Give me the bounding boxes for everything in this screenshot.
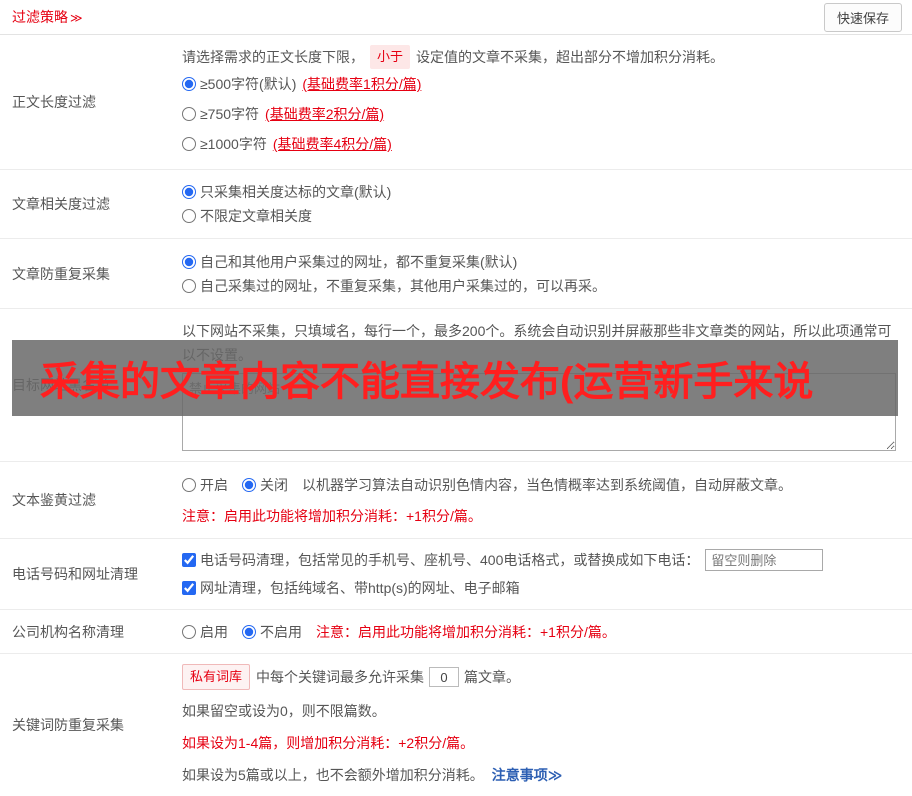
- company-clean-off-label: 不启用: [260, 623, 302, 640]
- private-lexicon-tag: 私有词库: [182, 664, 251, 690]
- relevance-option-any[interactable]: 不限定文章相关度: [182, 204, 900, 228]
- row-phone-url-clean: 电话号码和网址清理 电话号码清理，包括常见的手机号、座机号、400电话格式，或替…: [0, 539, 912, 610]
- length-option-500-fee: (基础费率1积分/篇): [302, 76, 422, 92]
- length-option-750-fee: (基础费率2积分/篇): [265, 106, 385, 122]
- length-option-500[interactable]: ≥500字符(默认) (基础费率1积分/篇): [182, 69, 900, 99]
- keyword-dedup-line1-mid: 中每个关键词最多允许采集: [256, 669, 425, 685]
- length-option-1000-fee: (基础费率4积分/篇): [272, 136, 392, 152]
- row-label-relevance: 文章相关度过滤: [12, 196, 110, 212]
- notes-link[interactable]: 注意事项≫: [492, 764, 563, 786]
- relevance-option-strict[interactable]: 只采集相关度达标的文章(默认): [182, 180, 900, 204]
- company-clean-option-off[interactable]: 不启用: [242, 621, 302, 643]
- relevance-option-strict-label: 只采集相关度达标的文章(默认): [200, 184, 392, 200]
- dedup-option-all-users[interactable]: 自己和其他用户采集过的网址，都不重复采集(默认): [182, 250, 900, 274]
- length-option-750-label: ≥750字符: [200, 106, 260, 122]
- dedup-option-self-only-label: 自己采集过的网址，不重复采集，其他用户采集过的，可以再采。: [200, 277, 606, 294]
- row-label-company-clean: 公司机构名称清理: [12, 623, 124, 640]
- less-than-tag: 小于: [370, 45, 411, 69]
- intro-post: 设定值的文章不采集，超出部分不增加积分消耗。: [416, 49, 725, 65]
- keyword-dedup-line1-end: 篇文章。: [464, 669, 521, 685]
- porn-filter-option-off[interactable]: 关闭: [242, 474, 288, 496]
- content-length-intro: 请选择需求的正文长度下限， 小于 设定值的文章不采集，超出部分不增加积分消耗。: [182, 45, 900, 69]
- url-clean-checkbox[interactable]: [182, 581, 196, 595]
- keyword-dedup-line1: 私有词库 中每个关键词最多允许采集 篇文章。: [182, 664, 900, 690]
- company-clean-radio-off[interactable]: [242, 624, 256, 639]
- row-dedup-collection: 文章防重复采集 自己和其他用户采集过的网址，都不重复采集(默认) 自己采集过的网…: [0, 239, 912, 309]
- row-label-keyword-dedup: 关键词防重复采集: [12, 717, 124, 733]
- relevance-radio-strict[interactable]: [182, 185, 196, 199]
- intro-pre: 请选择需求的正文长度下限，: [182, 49, 364, 65]
- length-option-500-label: ≥500字符(默认): [200, 76, 297, 92]
- row-company-clean: 公司机构名称清理 启用 不启用 注意：启用此功能将增加积分消耗：+1积分/篇。: [0, 610, 912, 654]
- top-toolbar: 过滤策略 ≫ 快速保存: [0, 0, 912, 35]
- url-clean-option[interactable]: 网址清理，包括纯域名、带http(s)的网址、电子邮箱: [182, 577, 900, 599]
- company-clean-option-on[interactable]: 启用: [182, 621, 228, 643]
- relevance-option-any-label: 不限定文章相关度: [200, 208, 312, 224]
- length-radio-750[interactable]: [182, 107, 196, 121]
- dedup-option-self-only[interactable]: 自己采集过的网址，不重复采集，其他用户采集过的，可以再采。: [182, 274, 900, 298]
- porn-filter-options: 开启 关闭 以机器学习算法自动识别色情内容，当色情概率达到系统阈值，自动屏蔽文章…: [182, 474, 900, 496]
- overlay-warning-banner: 采集的文章内容不能直接发布(运营新手来说: [12, 340, 898, 416]
- porn-filter-description: 以机器学习算法自动识别色情内容，当色情概率达到系统阈值，自动屏蔽文章。: [302, 477, 792, 493]
- company-clean-options: 启用 不启用 注意：启用此功能将增加积分消耗：+1积分/篇。: [182, 621, 900, 643]
- page-title[interactable]: 过滤策略 ≫: [12, 7, 83, 27]
- phone-clean-checkbox[interactable]: [182, 553, 196, 567]
- length-option-1000-label: ≥1000字符: [200, 136, 267, 152]
- dedup-option-all-users-label: 自己和其他用户采集过的网址，都不重复采集(默认): [200, 253, 518, 270]
- porn-filter-radio-on[interactable]: [182, 478, 196, 492]
- row-label-dedup: 文章防重复采集: [12, 265, 110, 282]
- row-content-length-filter: 正文长度过滤 请选择需求的正文长度下限， 小于 设定值的文章不采集，超出部分不增…: [0, 35, 912, 170]
- max-articles-input[interactable]: [429, 667, 460, 687]
- company-clean-on-label: 启用: [200, 623, 228, 640]
- dedup-radio-self-only[interactable]: [182, 278, 196, 293]
- row-porn-filter: 文本鉴黄过滤 开启 关闭 以机器学习算法自动识别色情内容，当色情概率达到系统阈值…: [0, 462, 912, 539]
- porn-filter-warning: 注意：启用此功能将增加积分消耗：+1积分/篇。: [182, 508, 482, 524]
- chevron-double-icon: ≫: [70, 11, 83, 25]
- keyword-dedup-line4-text: 如果设为5篇或以上，也不会额外增加积分消耗。: [182, 767, 484, 783]
- length-option-1000[interactable]: ≥1000字符 (基础费率4积分/篇): [182, 129, 900, 159]
- row-label-porn-filter: 文本鉴黄过滤: [12, 492, 96, 508]
- page-title-text: 过滤策略: [12, 9, 68, 25]
- url-clean-label: 网址清理，包括纯域名、带http(s)的网址、电子邮箱: [200, 580, 520, 596]
- keyword-dedup-line4: 如果设为5篇或以上，也不会额外增加积分消耗。 注意事项≫: [182, 764, 900, 786]
- phone-clean-option[interactable]: 电话号码清理，包括常见的手机号、座机号、400电话格式，或替换成如下电话：: [182, 549, 900, 571]
- phone-clean-label: 电话号码清理，包括常见的手机号、座机号、400电话格式，或替换成如下电话：: [200, 552, 700, 568]
- relevance-radio-any[interactable]: [182, 209, 196, 223]
- keyword-dedup-line2: 如果留空或设为0，则不限篇数。: [182, 703, 386, 719]
- porn-filter-radio-off[interactable]: [242, 478, 256, 492]
- porn-filter-option-on[interactable]: 开启: [182, 474, 228, 496]
- porn-filter-on-label: 开启: [200, 477, 228, 493]
- dedup-radio-all-users[interactable]: [182, 254, 196, 269]
- quick-save-button[interactable]: 快速保存: [823, 2, 902, 32]
- company-clean-radio-on[interactable]: [182, 624, 196, 639]
- keyword-dedup-line3: 如果设为1-4篇，则增加积分消耗：+2积分/篇。: [182, 735, 475, 751]
- length-radio-1000[interactable]: [182, 137, 196, 151]
- porn-filter-off-label: 关闭: [260, 477, 288, 493]
- company-clean-warning: 注意：启用此功能将增加积分消耗：+1积分/篇。: [316, 623, 616, 640]
- length-radio-500[interactable]: [182, 77, 196, 91]
- row-label-content-length: 正文长度过滤: [12, 94, 96, 110]
- row-label-phone-url: 电话号码和网址清理: [12, 566, 138, 582]
- row-keyword-dedup: 关键词防重复采集 私有词库 中每个关键词最多允许采集 篇文章。 如果留空或设为0…: [0, 654, 912, 796]
- length-option-750[interactable]: ≥750字符 (基础费率2积分/篇): [182, 99, 900, 129]
- replacement-phone-input[interactable]: [705, 549, 824, 571]
- row-relevance-filter: 文章相关度过滤 只采集相关度达标的文章(默认) 不限定文章相关度: [0, 170, 912, 239]
